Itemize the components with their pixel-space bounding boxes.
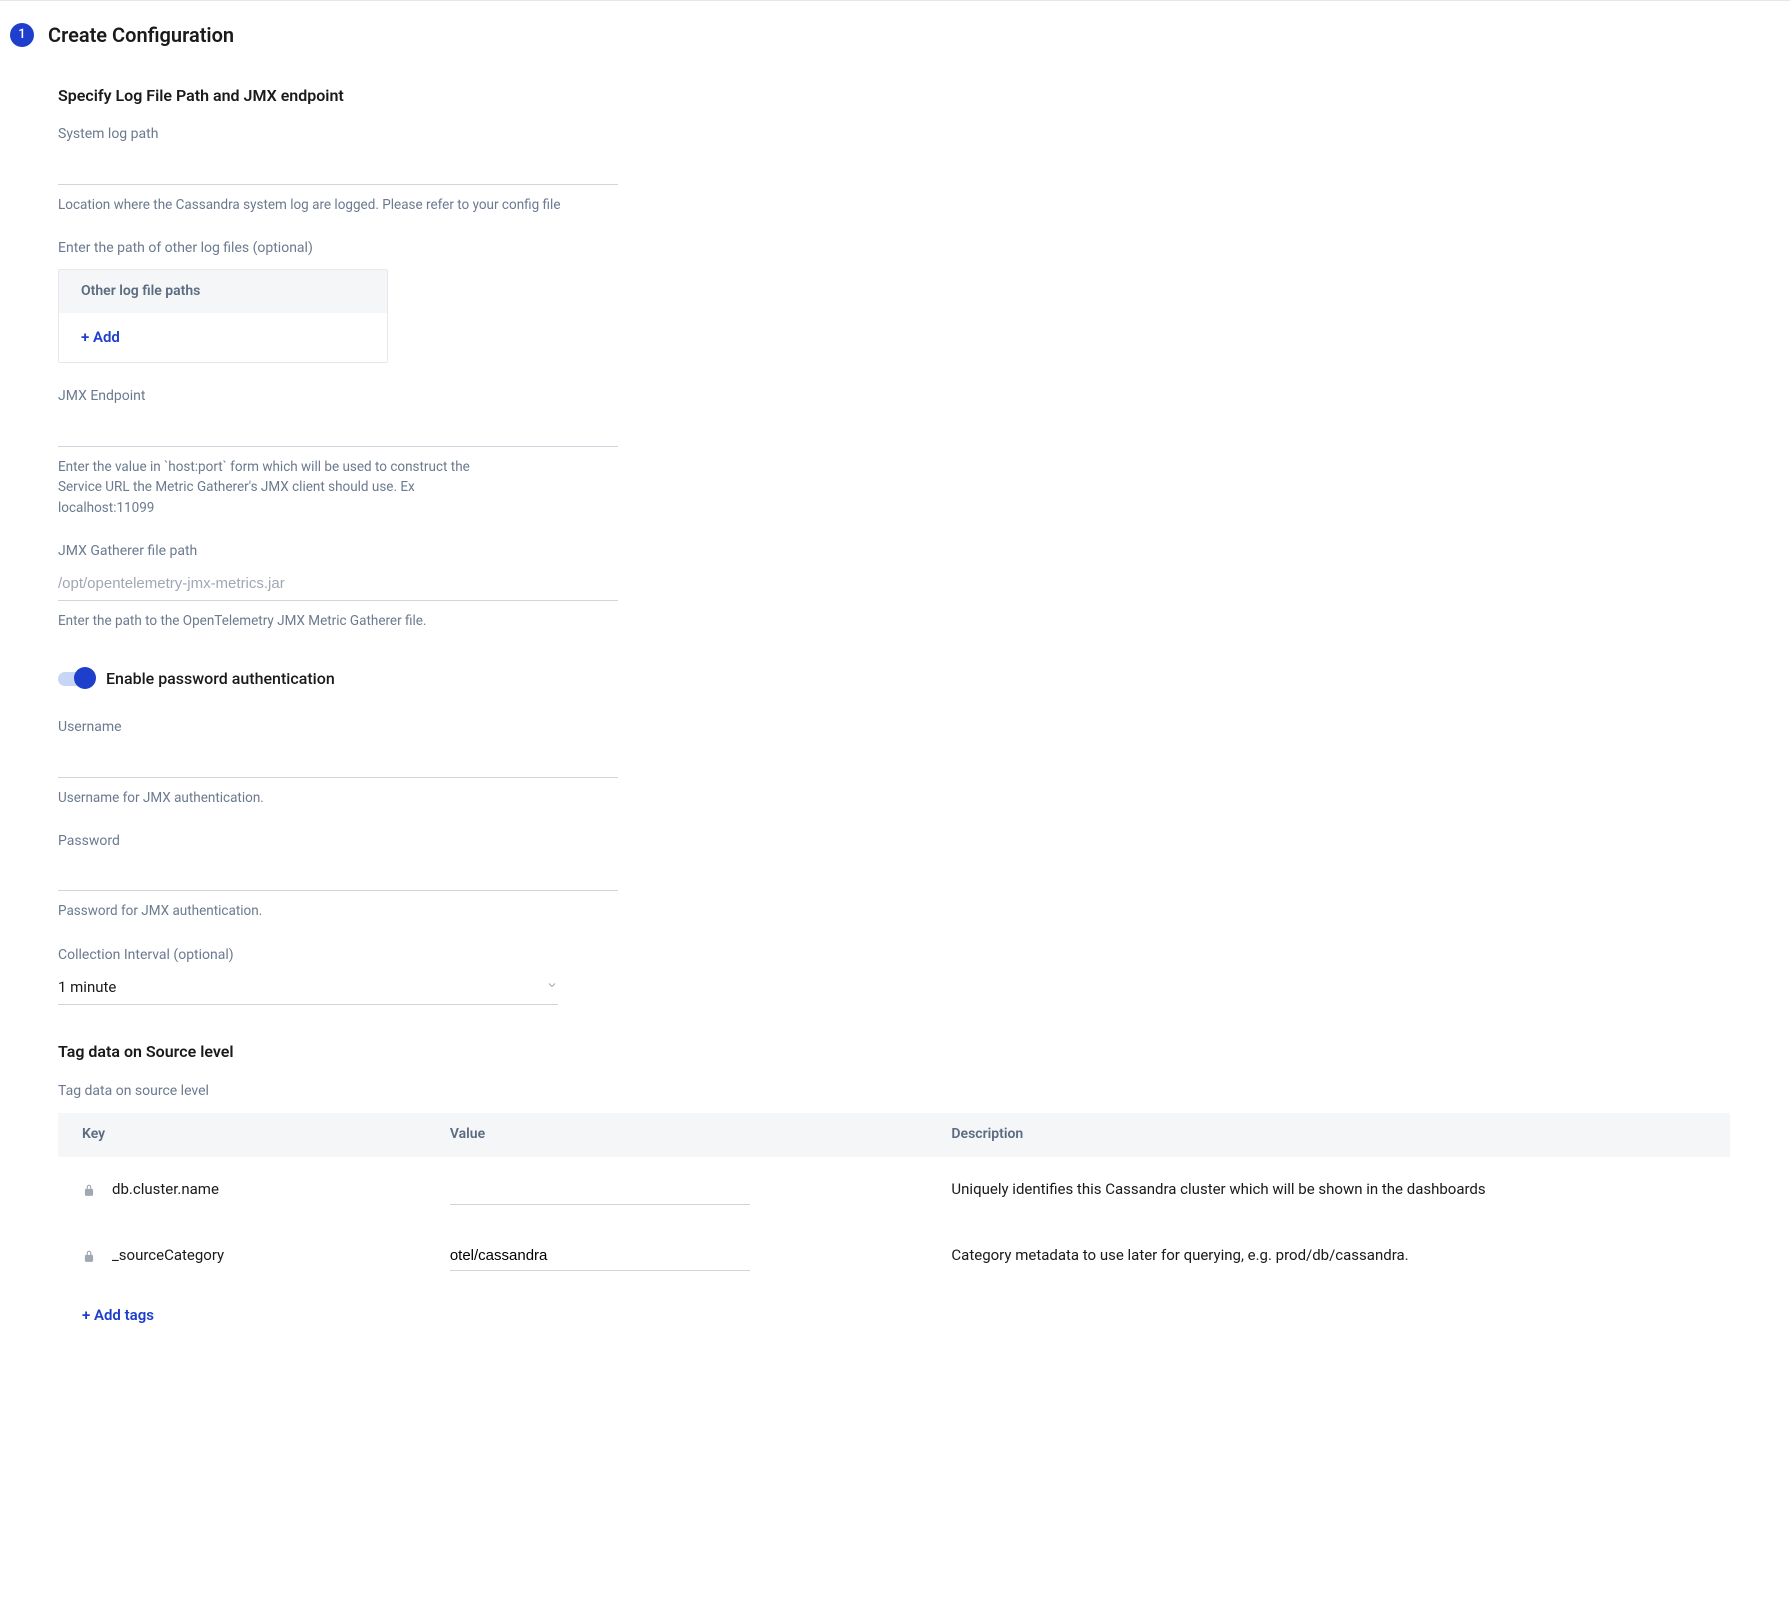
lock-icon <box>82 1249 96 1263</box>
add-tags-button[interactable]: + Add tags <box>58 1289 1730 1342</box>
username-label: Username <box>58 718 1730 738</box>
chevron-down-icon <box>546 979 558 996</box>
lock-icon <box>82 1183 96 1197</box>
tag-table: Key Value Description db.cluster.name <box>58 1113 1730 1342</box>
tag-key: db.cluster.name <box>112 1179 219 1200</box>
step-header: 1 Create Configuration <box>10 21 1730 49</box>
tag-value-input[interactable] <box>450 1241 750 1271</box>
add-other-log-button[interactable]: + Add <box>59 313 387 362</box>
enable-password-auth-toggle[interactable] <box>58 672 92 686</box>
tag-header-description: Description <box>927 1113 1730 1157</box>
jmx-gatherer-input[interactable] <box>58 567 618 601</box>
collection-interval-value: 1 minute <box>58 977 116 998</box>
jmx-endpoint-input[interactable] <box>58 413 618 447</box>
tag-header-value: Value <box>426 1113 928 1157</box>
toggle-knob-icon <box>74 667 96 689</box>
other-log-files-box: Other log file paths + Add <box>58 269 388 364</box>
password-input[interactable] <box>58 857 618 891</box>
tag-row: db.cluster.name Uniquely identifies this… <box>58 1157 1730 1223</box>
jmx-gatherer-label: JMX Gatherer file path <box>58 542 1730 562</box>
step-number-badge: 1 <box>10 23 34 47</box>
tag-description: Uniquely identifies this Cassandra clust… <box>927 1157 1730 1223</box>
tag-value-input[interactable] <box>450 1175 750 1205</box>
tag-section-title: Tag data on Source level <box>58 1041 1730 1063</box>
collection-interval-label: Collection Interval (optional) <box>58 946 1730 966</box>
section-logpath-title: Specify Log File Path and JMX endpoint <box>58 85 1730 107</box>
tag-section-subtitle: Tag data on source level <box>58 1082 1730 1102</box>
tag-row: _sourceCategory Category metadata to use… <box>58 1223 1730 1289</box>
username-input[interactable] <box>58 744 618 778</box>
tag-description: Category metadata to use later for query… <box>927 1223 1730 1289</box>
tag-key: _sourceCategory <box>112 1245 224 1266</box>
enable-password-auth-label: Enable password authentication <box>106 668 335 690</box>
other-log-files-header: Other log file paths <box>59 270 387 314</box>
jmx-gatherer-help: Enter the path to the OpenTelemetry JMX … <box>58 611 618 631</box>
username-help: Username for JMX authentication. <box>58 788 618 808</box>
system-log-path-label: System log path <box>58 125 1730 145</box>
tag-header-key: Key <box>58 1113 426 1157</box>
jmx-endpoint-label: JMX Endpoint <box>58 387 1730 407</box>
collection-interval-select[interactable]: 1 minute <box>58 971 558 1005</box>
step-title: Create Configuration <box>48 21 234 49</box>
system-log-path-input[interactable] <box>58 151 618 185</box>
password-help: Password for JMX authentication. <box>58 901 618 921</box>
password-label: Password <box>58 832 1730 852</box>
other-log-files-label: Enter the path of other log files (optio… <box>58 239 1730 259</box>
jmx-endpoint-help: Enter the value in `host:port` form whic… <box>58 457 498 518</box>
system-log-path-help: Location where the Cassandra system log … <box>58 195 618 215</box>
